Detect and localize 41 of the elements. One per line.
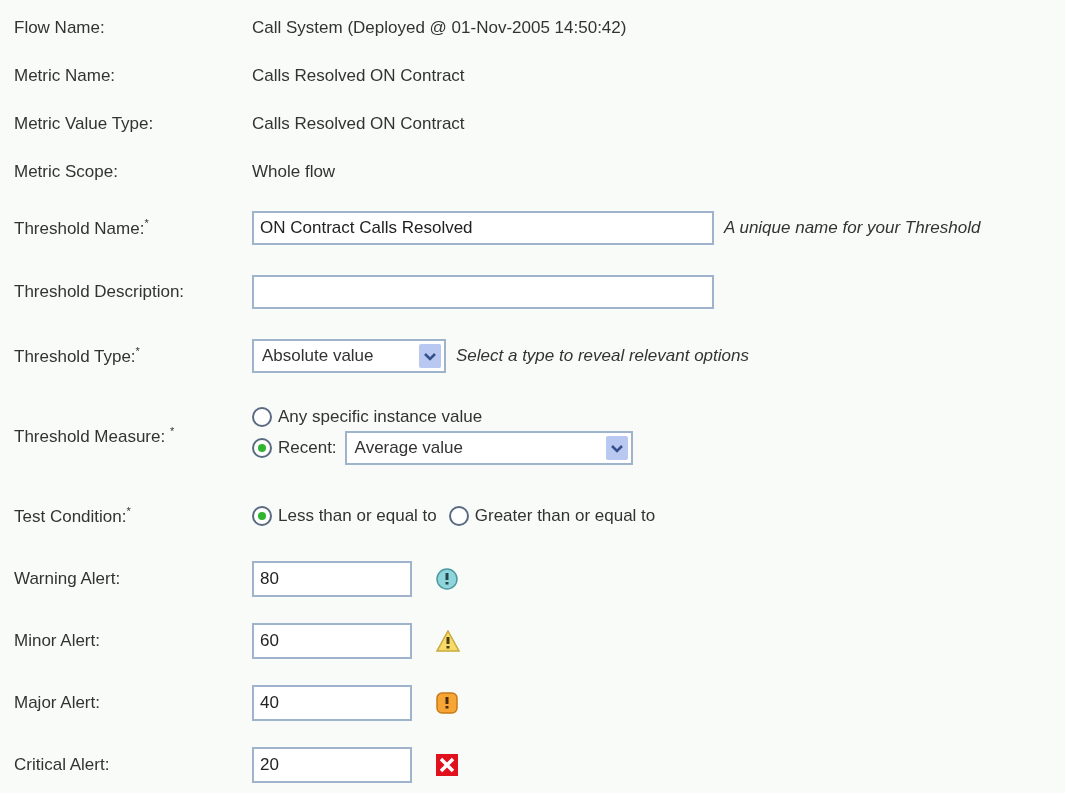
radio-label: Less than or equal to [278, 506, 437, 526]
field-label: Metric Value Type: [14, 114, 155, 134]
dropdown[interactable]: Absolute value [252, 339, 446, 373]
field-label: Critical Alert: [14, 755, 111, 775]
field-label: Major Alert: [14, 693, 101, 713]
field-label: Metric Scope: [14, 162, 119, 182]
radio-button[interactable] [252, 407, 272, 427]
field-label: Threshold Name:$^{*}$ [14, 217, 150, 239]
radio-button[interactable] [252, 438, 272, 458]
radio-button[interactable] [448, 506, 469, 526]
input-field[interactable] [252, 275, 714, 309]
field-label: Warning Alert: [14, 569, 122, 589]
hint-text: Select a type to reveal relevant options [456, 346, 749, 366]
radio-button[interactable] [252, 506, 272, 526]
field-value: Calls Resolved ON Contract [252, 114, 465, 134]
radio-label: Greater than or equal to [474, 506, 656, 526]
radio-label: Any specific instance value [278, 407, 483, 427]
field-label: Threshold Type:$^{*}$ [14, 345, 141, 367]
input-field[interactable]: 20 [252, 747, 412, 783]
warning-icon [436, 630, 460, 652]
field-label: Test Condition:$^{*}$ [14, 505, 132, 527]
field-value: Call System (Deployed @ 01-Nov-2005 14:50:42) [252, 18, 627, 38]
exclamation-icon [436, 568, 458, 590]
exclamation-icon [436, 692, 458, 714]
input-field[interactable]: ON Contract Calls Resolved [252, 211, 714, 245]
field-value: Calls Resolved ON Contract [252, 66, 465, 86]
field-label: Threshold Description: [14, 282, 186, 302]
field-label: Metric Name: [14, 66, 117, 86]
input-field[interactable]: 60 [252, 623, 412, 659]
radio-label: Recent: [278, 438, 337, 458]
field-label: Minor Alert: [14, 631, 101, 651]
input-field[interactable]: 40 [252, 685, 412, 721]
field-label: Flow Name: [14, 18, 106, 38]
hint-text: A unique name for your Threshold [724, 218, 981, 238]
input-field[interactable]: 80 [252, 561, 412, 597]
error-icon [436, 754, 458, 776]
caret-icon [605, 436, 628, 460]
field-value: Whole flow [252, 162, 336, 182]
caret-icon [419, 344, 441, 368]
dropdown[interactable]: Average value [344, 431, 633, 465]
field-label: Threshold Measure: $^{*}$ [14, 425, 176, 447]
